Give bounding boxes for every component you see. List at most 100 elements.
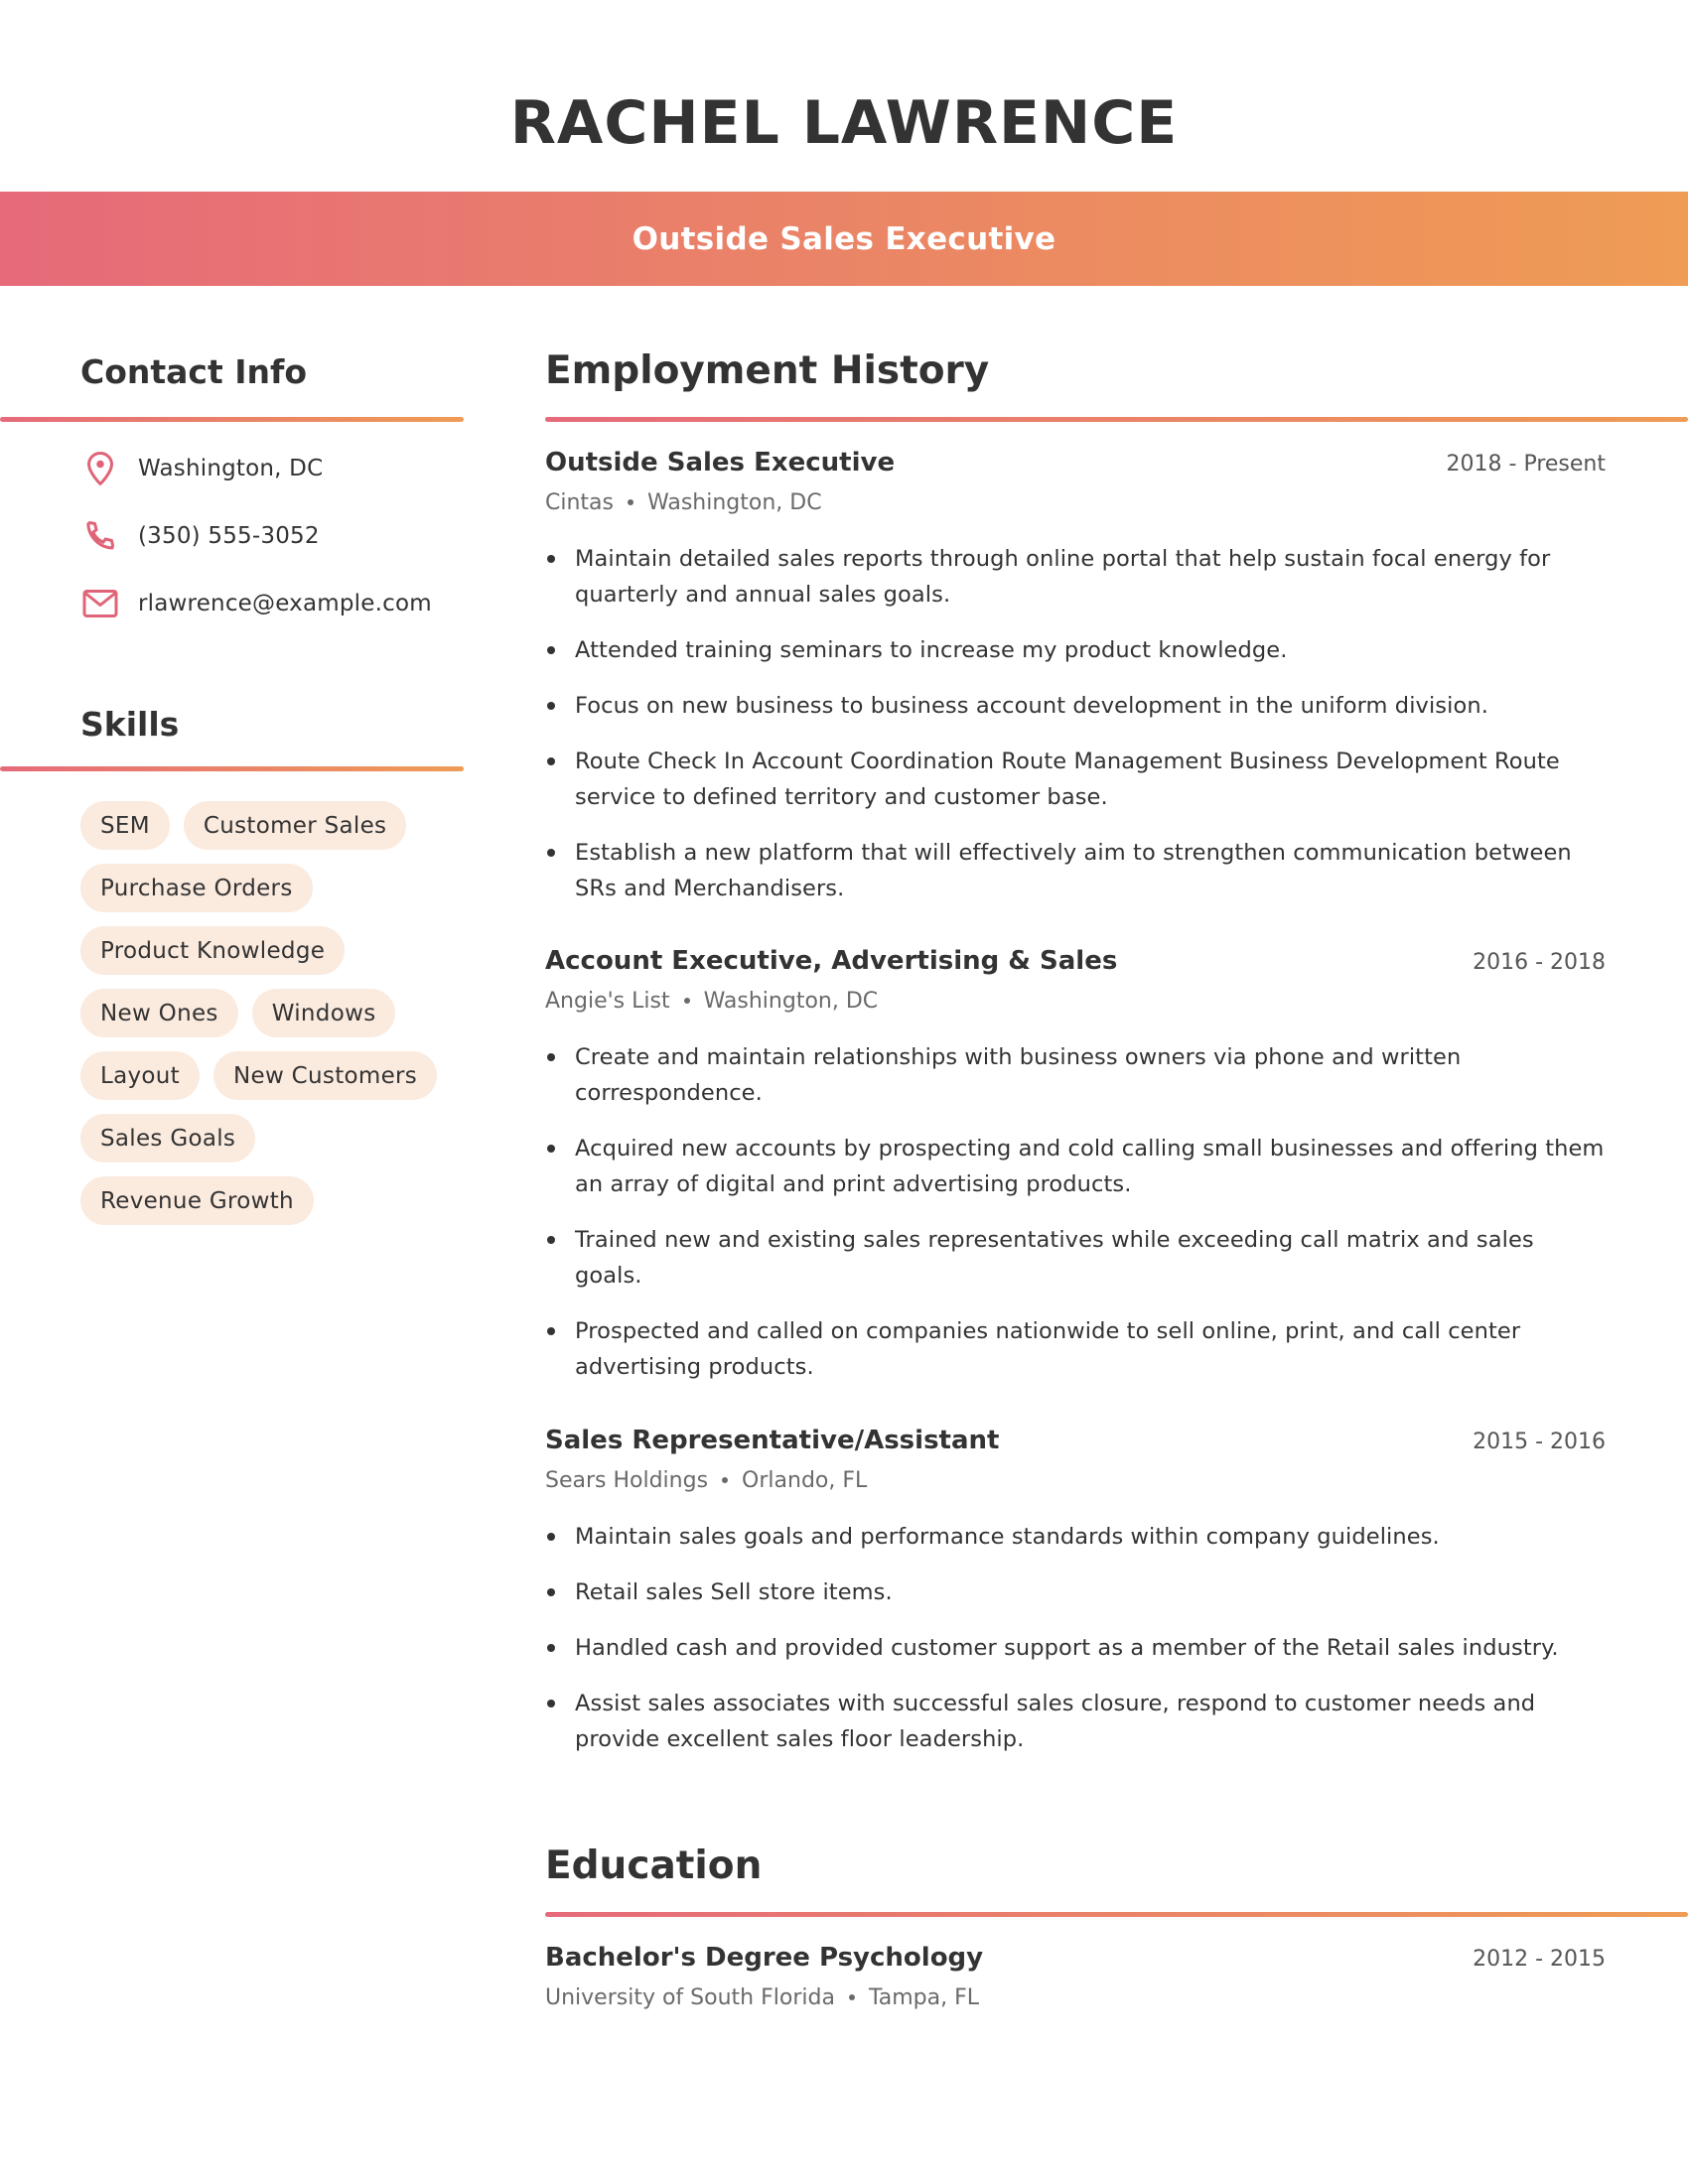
contact-location: Washington, DC: [80, 449, 323, 488]
bullet-text: Assist sales associates with successful …: [575, 1691, 1536, 1752]
job-title: Account Executive, Advertising & Sales: [545, 946, 1118, 976]
bullet-dot: [547, 555, 555, 563]
bullet-text: Route Check In Account Coordination Rout…: [575, 749, 1560, 810]
bullet-dot: [547, 1145, 555, 1153]
bullet-dot: [547, 757, 555, 765]
skill-chip: Sales Goals: [80, 1114, 256, 1162]
separator-dot: [848, 1994, 855, 2000]
job-employer-line: Sears Holdings Orlando, FL: [545, 1463, 1606, 1497]
employment-divider: [545, 417, 1688, 422]
job-bullet: Prospected and called on companies natio…: [545, 1313, 1606, 1385]
skill-chip: New Ones: [80, 989, 238, 1037]
title-banner: Outside Sales Executive: [0, 192, 1688, 286]
contact-divider: [0, 417, 464, 422]
job-entry: Sales Representative/Assistant 2015 - 20…: [545, 1426, 1606, 1777]
job-employer-line: Angie's List Washington, DC: [545, 984, 1606, 1018]
contact-info-heading: Contact Info: [80, 352, 308, 391]
school-name: University of South Florida: [545, 1984, 835, 2010]
degree-title: Bachelor's Degree Psychology: [545, 1943, 984, 1973]
bullet-dot: [547, 1053, 555, 1061]
job-bullet: Attended training seminars to increase m…: [545, 632, 1606, 668]
job-title: Outside Sales Executive: [545, 448, 896, 478]
job-bullet: Acquired new accounts by prospecting and…: [545, 1131, 1606, 1202]
job-bullet: Establish a new platform that will effec…: [545, 835, 1606, 906]
skill-chip: Revenue Growth: [80, 1176, 314, 1225]
job-dates: 2018 - Present: [1446, 452, 1606, 477]
bullet-dot: [547, 1327, 555, 1335]
job-bullet: Maintain detailed sales reports through …: [545, 541, 1606, 613]
contact-phone[interactable]: (350) 555-3052: [80, 516, 320, 556]
bullet-dot: [547, 1644, 555, 1652]
bullet-text: Acquired new accounts by prospecting and…: [575, 1136, 1605, 1197]
bullet-dot: [547, 1588, 555, 1596]
contact-email-text: rlawrence@example.com: [138, 591, 432, 616]
school-location: Tampa, FL: [868, 1984, 979, 2010]
job-entry: Account Executive, Advertising & Sales 2…: [545, 946, 1606, 1405]
skills-divider: [0, 766, 464, 771]
job-company: Cintas: [545, 489, 614, 515]
bullet-text: Prospected and called on companies natio…: [575, 1318, 1521, 1380]
bullet-dot: [547, 702, 555, 710]
skill-chip: SEM: [80, 801, 170, 850]
school-line: University of South Florida Tampa, FL: [545, 1980, 1606, 2014]
map-pin-icon: [80, 449, 120, 488]
bullet-text: Attended training seminars to increase m…: [575, 637, 1288, 663]
job-bullet: Handled cash and provided customer suppo…: [545, 1630, 1606, 1666]
job-dates: 2015 - 2016: [1473, 1430, 1606, 1454]
job-title: Sales Representative/Assistant: [545, 1426, 1000, 1455]
contact-email[interactable]: rlawrence@example.com: [80, 584, 432, 623]
bullet-dot: [547, 1533, 555, 1541]
job-company: Angie's List: [545, 988, 670, 1014]
education-heading: Education: [545, 1843, 763, 1888]
education-entry: Bachelor's Degree Psychology 2012 - 2015…: [545, 1943, 1606, 2014]
phone-icon: [80, 516, 120, 556]
job-bullets: Maintain sales goals and performance sta…: [545, 1519, 1606, 1757]
job-bullet: Focus on new business to business accoun…: [545, 688, 1606, 724]
skills-list: SEM Customer Sales Purchase Orders Produ…: [80, 801, 458, 1225]
mail-icon: [80, 584, 120, 623]
bullet-dot: [547, 1236, 555, 1244]
bullet-text: Create and maintain relationships with b…: [575, 1044, 1462, 1106]
job-location: Washington, DC: [703, 988, 879, 1014]
skill-chip: Customer Sales: [183, 801, 407, 850]
job-location: Orlando, FL: [742, 1467, 868, 1493]
bullet-text: Trained new and existing sales represent…: [575, 1227, 1534, 1289]
bullet-text: Maintain detailed sales reports through …: [575, 546, 1551, 608]
skill-chip: Product Knowledge: [80, 926, 346, 975]
bullet-dot: [547, 646, 555, 654]
job-dates: 2016 - 2018: [1473, 950, 1606, 975]
job-bullet: Trained new and existing sales represent…: [545, 1222, 1606, 1294]
job-employer-line: Cintas Washington, DC: [545, 485, 1606, 519]
contact-phone-text: (350) 555-3052: [138, 523, 320, 549]
job-entry: Outside Sales Executive 2018 - Present C…: [545, 448, 1606, 926]
skill-chip: Layout: [80, 1051, 200, 1100]
job-title-heading: Outside Sales Executive: [632, 220, 1056, 257]
skill-chip: Windows: [251, 989, 396, 1037]
education-divider: [545, 1912, 1688, 1917]
contact-location-text: Washington, DC: [138, 456, 324, 481]
bullet-text: Establish a new platform that will effec…: [575, 840, 1572, 901]
job-bullets: Maintain detailed sales reports through …: [545, 541, 1606, 906]
candidate-name: RACHEL LAWRENCE: [509, 88, 1179, 158]
separator-dot: [628, 499, 633, 505]
job-bullet: Retail sales Sell store items.: [545, 1574, 1606, 1610]
bullet-text: Maintain sales goals and performance sta…: [575, 1524, 1440, 1550]
skill-chip: New Customers: [213, 1051, 438, 1100]
job-bullet: Maintain sales goals and performance sta…: [545, 1519, 1606, 1555]
job-bullets: Create and maintain relationships with b…: [545, 1039, 1606, 1385]
job-bullet: Route Check In Account Coordination Rout…: [545, 744, 1606, 815]
bullet-text: Focus on new business to business accoun…: [575, 693, 1488, 719]
bullet-dot: [547, 849, 555, 857]
job-company: Sears Holdings: [545, 1467, 709, 1493]
separator-dot: [722, 1477, 729, 1483]
employment-history-heading: Employment History: [545, 348, 990, 393]
separator-dot: [683, 998, 690, 1004]
skill-chip: Purchase Orders: [80, 864, 313, 912]
job-bullet: Create and maintain relationships with b…: [545, 1039, 1606, 1111]
job-bullet: Assist sales associates with successful …: [545, 1686, 1606, 1757]
education-dates: 2012 - 2015: [1473, 1947, 1606, 1972]
job-location: Washington, DC: [647, 489, 822, 515]
bullet-text: Handled cash and provided customer suppo…: [575, 1635, 1559, 1661]
skills-heading: Skills: [80, 705, 180, 744]
bullet-text: Retail sales Sell store items.: [575, 1579, 893, 1605]
